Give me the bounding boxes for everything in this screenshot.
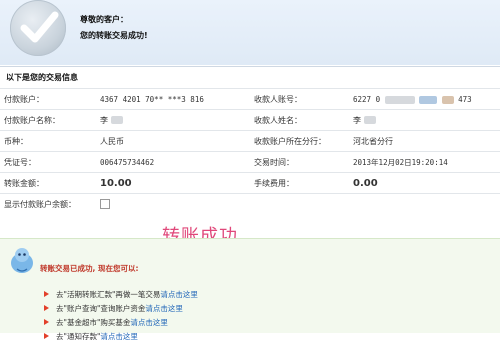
voucher-number: 006475734462 (96, 151, 250, 173)
redaction (441, 95, 454, 104)
header-banner: 尊敬的客户： 您的转账交易成功! (0, 0, 500, 65)
redaction (384, 95, 415, 104)
field-label: 收款账户所在分行： (250, 130, 349, 152)
item-text: 去"通知存款" (56, 331, 101, 341)
transaction-info-table: 付款账户： 4367 4201 70** ***3 816 收款人账号： 622… (0, 88, 500, 214)
checkmark-icon (10, 0, 66, 56)
list-item: 去"通知存款" 请点击这里 (44, 329, 198, 343)
payee-account: 6227 0 473 (349, 88, 500, 110)
field-label: 付款账户名称： (0, 109, 96, 131)
transaction-time: 2013年12月02日19:20:14 (349, 151, 500, 173)
field-label: 转账金额： (0, 172, 96, 194)
arrow-icon (44, 291, 49, 297)
empty-cell (250, 193, 349, 214)
payee-name: 李 (349, 109, 500, 131)
payee-branch: 河北省分行 (349, 130, 500, 152)
success-subtitle: 转账交易已成功, 现在您可以: (40, 264, 139, 273)
mascot-icon (8, 245, 36, 279)
field-label: 币种： (0, 130, 96, 152)
field-label: 显示付款账户余额： (0, 193, 96, 214)
list-item: 去"活期转账汇款"再做一笔交易 请点击这里 (44, 287, 198, 301)
arrow-icon (44, 319, 49, 325)
divider (0, 66, 500, 67)
field-label: 付款账户： (0, 88, 96, 110)
show-balance-checkbox[interactable] (100, 199, 110, 209)
field-label: 收款人姓名： (250, 109, 349, 131)
section-title: 以下是您的交易信息 (6, 73, 78, 82)
table-row: 付款账户： 4367 4201 70** ***3 816 收款人账号： 622… (0, 88, 500, 110)
payer-name-text: 李 (100, 115, 108, 125)
transfer-amount: 10.00 (96, 172, 250, 194)
show-balance-cell (96, 193, 250, 214)
table-row: 付款账户名称： 李 收款人姓名： 李 (0, 109, 500, 131)
success-message: 您的转账交易成功! (80, 31, 148, 40)
success-panel: 转账交易已成功, 现在您可以: 去"活期转账汇款"再做一笔交易 请点击这里 去"… (0, 238, 500, 341)
payer-name: 李 (96, 109, 250, 131)
redaction (419, 95, 438, 104)
next-steps-list: 去"活期转账汇款"再做一笔交易 请点击这里 去"账户查询"查询账户资金 请点击这… (44, 287, 198, 343)
item-text: 去"活期转账汇款"再做一笔交易 (56, 289, 161, 299)
table-row: 币种： 人民币 收款账户所在分行： 河北省分行 (0, 130, 500, 152)
fee-amount: 0.00 (349, 172, 500, 194)
field-label: 手续费用： (250, 172, 349, 194)
click-here-link[interactable]: 请点击这里 (100, 331, 138, 342)
item-text: 去"基金超市"购买基金 (56, 317, 131, 327)
empty-cell (349, 193, 500, 214)
payer-account: 4367 4201 70** ***3 816 (96, 88, 250, 110)
payee-account-start: 6227 0 (353, 94, 381, 104)
field-label: 交易时间： (250, 151, 349, 173)
table-row: 转账金额： 10.00 手续费用： 0.00 (0, 172, 500, 194)
table-row: 凭证号： 006475734462 交易时间： 2013年12月02日19:20… (0, 151, 500, 173)
item-text: 去"账户查询"查询账户资金 (56, 303, 146, 313)
redaction (363, 116, 376, 124)
currency: 人民币 (96, 130, 250, 152)
greeting-text: 尊敬的客户： (80, 15, 128, 24)
arrow-icon (44, 305, 49, 311)
arrow-icon (44, 333, 49, 339)
click-here-link[interactable]: 请点击这里 (130, 317, 168, 328)
click-here-link[interactable]: 请点击这里 (145, 303, 183, 314)
payee-account-end: 473 (458, 94, 472, 104)
click-here-link[interactable]: 请点击这里 (160, 289, 198, 300)
field-label: 凭证号： (0, 151, 96, 173)
table-row: 显示付款账户余额： (0, 193, 500, 214)
list-item: 去"基金超市"购买基金 请点击这里 (44, 315, 198, 329)
redaction (110, 116, 123, 124)
field-label: 收款人账号： (250, 88, 349, 110)
payee-name-text: 李 (353, 115, 361, 125)
list-item: 去"账户查询"查询账户资金 请点击这里 (44, 301, 198, 315)
